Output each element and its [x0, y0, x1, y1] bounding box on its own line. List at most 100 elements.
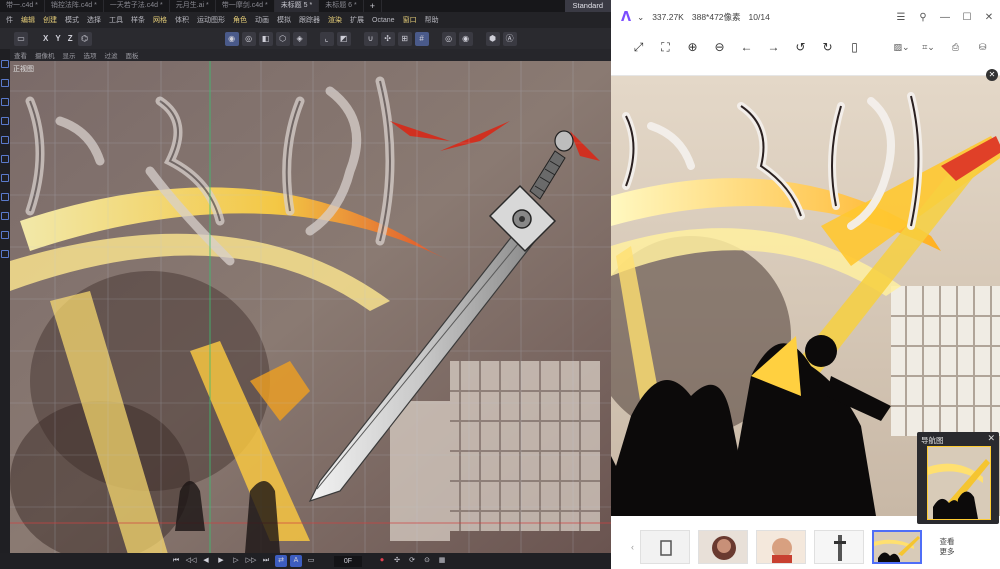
brush-icon[interactable]	[1, 155, 9, 163]
octane-icon[interactable]: ⬢	[485, 31, 500, 46]
file-tab[interactable]: 一天若子法.c4d *	[104, 0, 170, 12]
thumbnail-item[interactable]	[640, 529, 690, 564]
menu-item[interactable]: 动画	[251, 15, 273, 25]
filmstrip-left-icon[interactable]: ‹	[631, 542, 634, 552]
navigator-thumbnail[interactable]	[927, 446, 991, 520]
edges-mode-icon[interactable]: ◎	[241, 31, 256, 46]
viewport-menu-item[interactable]: 摄像机	[31, 50, 59, 60]
zoom-in-icon[interactable]: ⊕	[679, 40, 706, 54]
fullscreen-icon[interactable]: ⤢	[625, 40, 652, 55]
save-icon[interactable]: ⛁	[969, 42, 996, 53]
pin-icon[interactable]: ⚲	[912, 12, 934, 23]
workplane-icon[interactable]: ✣	[380, 31, 395, 46]
record-icon[interactable]: ⏺	[376, 555, 388, 567]
viewport-menu-item[interactable]: 查看	[10, 50, 31, 60]
file-tab[interactable]: 元月生.ai *	[170, 0, 216, 12]
undo-icon[interactable]: ▭	[14, 31, 28, 46]
viewport-menu-item[interactable]: 选项	[80, 50, 101, 60]
render-settings-icon[interactable]: ◉	[458, 31, 473, 46]
file-tab[interactable]: 销控法阵.c4d *	[45, 0, 104, 12]
points-mode-icon[interactable]: ◉	[224, 31, 239, 46]
coordinate-system-icon[interactable]: ⌬	[77, 31, 92, 46]
weld-icon[interactable]	[1, 250, 9, 258]
close-overlay-icon[interactable]: ✕	[986, 69, 998, 81]
polygons-mode-icon[interactable]: ◧	[258, 31, 273, 46]
next-key-icon[interactable]: ▷▷	[245, 555, 257, 567]
menu-item[interactable]: 创建	[39, 15, 61, 25]
file-tab[interactable]: 带一摩剑.c4d *	[216, 0, 275, 12]
menu-item[interactable]: 模式	[61, 15, 83, 25]
menu-item[interactable]: Octane	[368, 17, 399, 24]
crop-icon[interactable]: ⌗⌄	[915, 42, 942, 53]
menu-item[interactable]: 角色	[229, 15, 251, 25]
menu-item[interactable]: 工具	[105, 15, 127, 25]
menu-item[interactable]: 网格	[149, 15, 171, 25]
chevron-down-icon[interactable]: ⌄	[637, 12, 644, 23]
layout-selector[interactable]: Standard	[564, 0, 611, 12]
next-arrow-icon[interactable]: →	[760, 40, 787, 54]
close-icon[interactable]: ✕	[978, 12, 1000, 23]
axis-mode-icon[interactable]: ⌞	[319, 31, 334, 46]
thumbnail-item[interactable]	[756, 529, 806, 564]
thumbnail-item[interactable]	[814, 529, 864, 564]
menu-item[interactable]: 模拟	[273, 15, 295, 25]
move-tool-icon[interactable]	[1, 60, 9, 68]
record-rot-icon[interactable]: ⟳	[406, 555, 418, 567]
delete-icon[interactable]: ▯	[841, 40, 868, 54]
axis-x-toggle[interactable]: X	[41, 32, 50, 46]
bridge-icon[interactable]	[1, 231, 9, 239]
menu-item[interactable]: 件	[2, 15, 17, 25]
current-frame-field[interactable]: 0F	[334, 555, 362, 567]
next-frame-icon[interactable]: ▷	[230, 555, 242, 567]
select-tool-icon[interactable]	[1, 117, 9, 125]
file-tab[interactable]: 带一.c4d *	[0, 0, 45, 12]
menu-item[interactable]: 编辑	[17, 15, 39, 25]
record-scale-icon[interactable]: ⊙	[421, 555, 433, 567]
file-tab-active[interactable]: 未标题 5 *	[274, 0, 320, 12]
texture-mode-icon[interactable]: ◩	[336, 31, 351, 46]
axis-y-toggle[interactable]: Y	[53, 32, 62, 46]
snap-icon[interactable]: ⊞	[397, 31, 412, 46]
record-param-icon[interactable]: ▦	[436, 555, 448, 567]
object-mode-icon[interactable]: ⬡	[275, 31, 290, 46]
viewport-front[interactable]: 正视图	[10, 61, 611, 553]
new-tab-button[interactable]: +	[364, 0, 382, 12]
thumbnail-item-active[interactable]	[872, 529, 922, 564]
maximize-icon[interactable]: ☐	[956, 12, 978, 23]
extension-icon[interactable]: Ⓐ	[502, 31, 517, 46]
rotate-right-icon[interactable]: ↻	[814, 40, 841, 54]
view-more-link[interactable]: 查看更多	[936, 537, 958, 557]
render-view-icon[interactable]: ◎	[441, 31, 456, 46]
bevel-icon[interactable]	[1, 212, 9, 220]
menu-item[interactable]: 跟踪器	[295, 15, 324, 25]
menu-icon[interactable]: ☰	[890, 12, 912, 23]
edit-image-icon[interactable]: ▨⌄	[888, 42, 915, 53]
loop-icon[interactable]: ⇄	[275, 555, 287, 567]
knife-icon[interactable]	[1, 174, 9, 182]
prev-key-icon[interactable]: ◁◁	[185, 555, 197, 567]
menu-item[interactable]: 选择	[83, 15, 105, 25]
keyframe-icon[interactable]: ▭	[305, 555, 317, 567]
go-to-start-icon[interactable]: ⏮	[170, 555, 182, 567]
print-icon[interactable]: ⎙	[942, 42, 969, 53]
menu-item[interactable]: 帮助	[421, 15, 443, 25]
file-tab[interactable]: 未标题 6 *	[319, 0, 364, 12]
zoom-out-icon[interactable]: ⊖	[706, 40, 733, 54]
rotate-tool-icon[interactable]	[1, 98, 9, 106]
menu-item[interactable]: 扩展	[346, 15, 368, 25]
record-pos-icon[interactable]: ✣	[391, 555, 403, 567]
thumbnail-item[interactable]	[698, 529, 748, 564]
autokey-icon[interactable]: A	[290, 555, 302, 567]
magnet-icon[interactable]: ∪	[363, 31, 378, 46]
minimize-icon[interactable]: —	[934, 12, 956, 23]
grid-snap-icon[interactable]: #	[414, 31, 429, 46]
menu-item[interactable]: 体积	[171, 15, 193, 25]
fit-window-icon[interactable]: ⛶	[652, 40, 679, 55]
viewport-menu-item[interactable]: 过滤	[101, 50, 122, 60]
live-select-icon[interactable]	[1, 136, 9, 144]
extrude-icon[interactable]	[1, 193, 9, 201]
menu-item[interactable]: 渲染	[324, 15, 346, 25]
scale-tool-icon[interactable]	[1, 79, 9, 87]
go-to-end-icon[interactable]: ⏭	[260, 555, 272, 567]
viewport-menu-item[interactable]: 面板	[122, 50, 143, 60]
